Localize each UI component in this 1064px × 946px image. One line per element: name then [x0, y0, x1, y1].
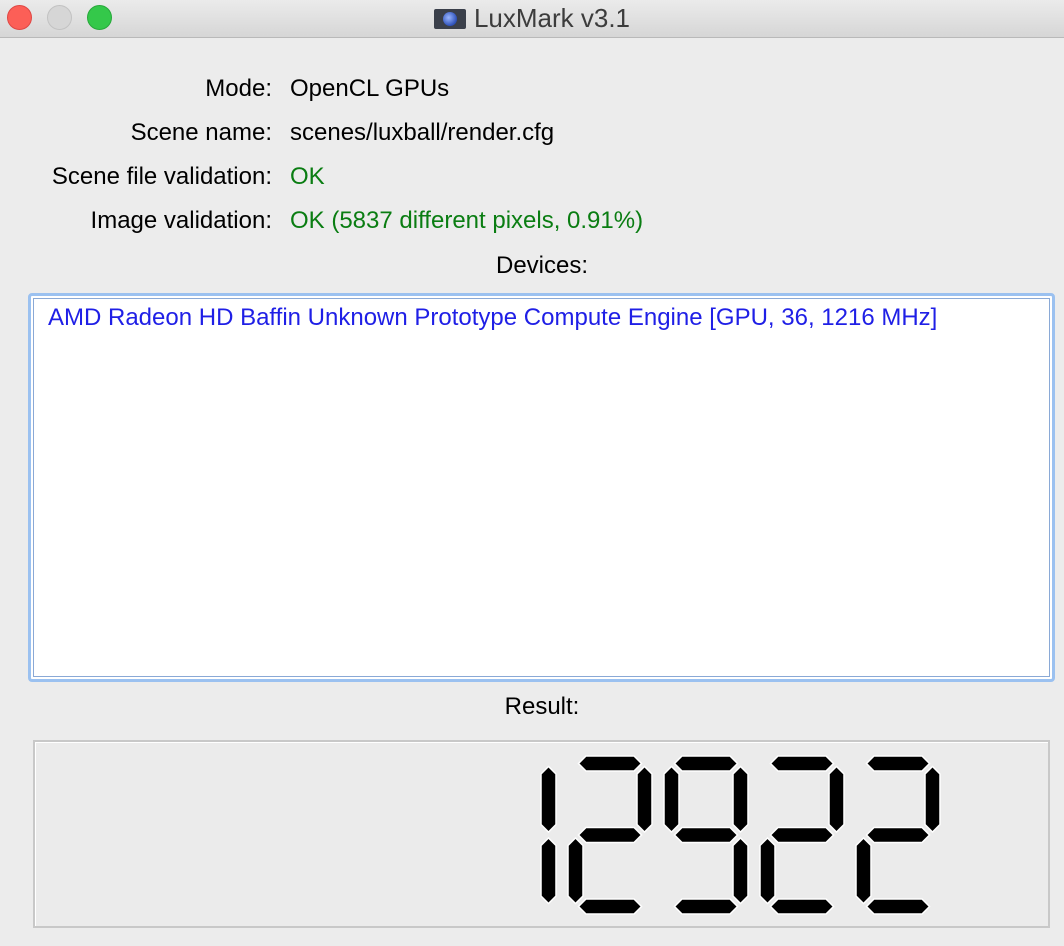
window-title: LuxMark v3.1	[473, 3, 631, 33]
lcd-segment-b	[828, 765, 845, 834]
lcd-segment-f	[663, 765, 680, 834]
devices-list[interactable]: AMD Radeon HD Baffin Unknown Prototype C…	[28, 293, 1055, 682]
lcd-segment-d	[865, 898, 931, 915]
scene-name-value: scenes/luxball/render.cfg	[290, 119, 555, 146]
devices-list-viewport: AMD Radeon HD Baffin Unknown Prototype C…	[33, 298, 1050, 677]
lcd-segment-c	[732, 836, 749, 905]
scene-validation-row: Scene file validation: OK	[0, 159, 1064, 195]
mode-value: OpenCL GPUs	[290, 75, 450, 102]
lcd-segment-g	[865, 826, 931, 844]
image-validation-row: Image validation: OK (5837 different pix…	[0, 203, 1064, 239]
scene-validation-label: Scene file validation:	[51, 163, 272, 190]
lcd-segment-d	[673, 898, 739, 915]
lcd-segment-d	[769, 898, 835, 915]
lcd-score	[540, 755, 941, 915]
mode-label: Mode:	[205, 75, 272, 102]
device-list-item[interactable]: AMD Radeon HD Baffin Unknown Prototype C…	[48, 304, 937, 332]
lcd-segment-e	[759, 836, 776, 905]
lcd-segment-a	[673, 755, 739, 772]
lcd-segment-b	[732, 765, 749, 834]
luxball-icon	[433, 8, 466, 29]
title-bar[interactable]: LuxMark v3.1	[0, 0, 1064, 38]
lcd-segment-a	[769, 755, 835, 772]
mode-row: Mode: OpenCL GPUs	[0, 71, 1064, 107]
lcd-segment-b	[636, 765, 653, 834]
lcd-segment-a	[865, 755, 931, 772]
result-display: 12922	[33, 740, 1050, 928]
image-validation-value: OK (5837 different pixels, 0.91%)	[290, 207, 644, 234]
lcd-segment-c	[540, 836, 557, 905]
lcd-segment-e	[567, 836, 584, 905]
lcd-segment-b	[924, 765, 941, 834]
scene-name-label: Scene name:	[130, 119, 272, 146]
result-label: Result:	[504, 693, 580, 720]
lcd-segment-g	[769, 826, 835, 844]
lcd-segment-g	[673, 826, 739, 844]
lcd-segment-e	[855, 836, 872, 905]
lcd-segment-b	[540, 765, 557, 834]
window-title-group: LuxMark v3.1	[0, 0, 1064, 37]
scene-validation-value: OK	[290, 163, 325, 190]
scene-name-row: Scene name: scenes/luxball/render.cfg	[0, 115, 1064, 151]
lcd-segment-g	[577, 826, 643, 844]
image-validation-label: Image validation:	[90, 207, 272, 234]
lcd-segment-a	[577, 755, 643, 772]
lcd-segment-d	[577, 898, 643, 915]
devices-label: Devices:	[495, 252, 589, 279]
